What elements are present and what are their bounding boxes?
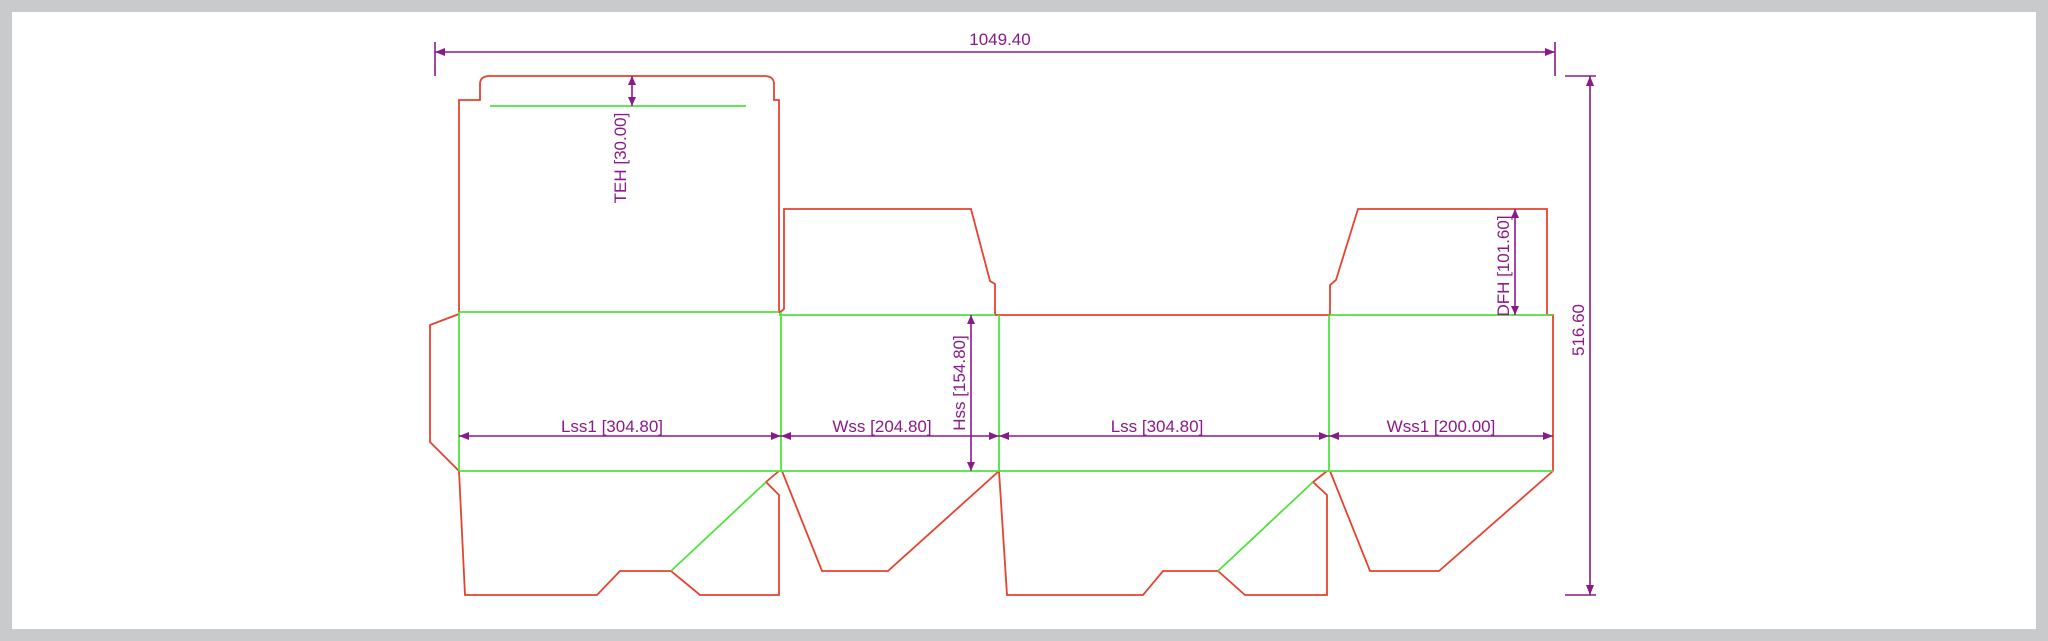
bottom-flap-d-cut [1329,470,1554,572]
dimension-lines [434,42,1596,596]
arrow [1543,432,1553,440]
arrow [1586,585,1594,595]
arrow [967,315,975,324]
dust-flap-1-cut [778,208,996,315]
arrow [1545,48,1555,56]
arrowheads [435,48,1594,595]
dfh-label: DFH [101.60] [1494,215,1513,316]
wss1-label: Wss1 [200.00] [1387,417,1496,436]
arrow [1319,432,1329,440]
arrow [999,432,1009,440]
dimension-labels: 1049.40 516.60 TEH [30.00] DFH [101.60] … [561,30,1588,436]
bottom-flap-b-cut [781,470,1000,572]
bottom-flap-c-cut [998,470,1328,596]
arrow [1329,432,1339,440]
arrow [459,432,469,440]
overall-width-label: 1049.40 [969,30,1030,49]
cut-lines [429,75,1554,596]
diag-crease-a [670,481,767,572]
arrow [989,432,999,440]
arrow [781,432,791,440]
lss1-label: Lss1 [304.80] [561,417,663,436]
arrow [1586,76,1594,86]
teh-label: TEH [30.00] [611,113,630,204]
arrow [435,48,445,56]
lss-label: Lss [304.80] [1111,417,1204,436]
hss-label: Hss [154.80] [950,335,969,430]
arrow [628,76,636,85]
wss-label: Wss [204.80] [832,417,931,436]
diag-crease-c [1217,481,1314,572]
glue-flap-cut [429,313,460,472]
overall-height-label: 516.60 [1569,304,1588,356]
bottom-flap-a-cut [458,470,780,596]
dieline-drawing: 1049.40 516.60 TEH [30.00] DFH [101.60] … [429,30,1596,596]
arrow [628,97,636,106]
arrow [967,462,975,471]
right-edge-cut [1547,314,1554,471]
arrow [771,432,781,440]
